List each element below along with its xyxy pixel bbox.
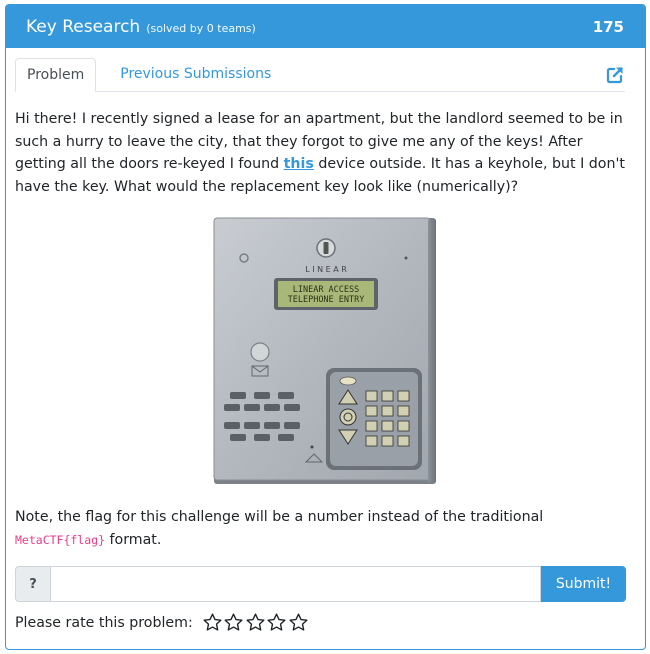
card-header: Key Research (solved by 0 teams) 175 bbox=[6, 5, 645, 48]
flag-input[interactable] bbox=[50, 566, 541, 602]
note-suffix: format. bbox=[105, 531, 162, 548]
device-link[interactable]: this bbox=[284, 156, 314, 172]
note-prefix: Note, the flag for this challenge will b… bbox=[15, 509, 544, 525]
star-4-icon[interactable] bbox=[266, 612, 287, 633]
solved-count: (solved by 0 teams) bbox=[146, 21, 256, 35]
challenge-points: 175 bbox=[592, 17, 624, 36]
note-text: Note, the flag for this challenge will b… bbox=[15, 506, 629, 551]
flag-input-addon: ? bbox=[15, 566, 50, 602]
star-5-icon[interactable] bbox=[288, 612, 309, 633]
device-lcd-line2: TELEPHONE ENTRY bbox=[288, 295, 365, 305]
flag-format-code: MetaCTF{flag} bbox=[15, 532, 106, 547]
problem-description: Hi there! I recently signed a lease for … bbox=[15, 108, 629, 198]
title-wrap: Key Research (solved by 0 teams) bbox=[26, 17, 256, 37]
rating-row: Please rate this problem: bbox=[15, 612, 309, 633]
challenge-title: Key Research bbox=[26, 16, 141, 37]
tab-bar: Problem Previous Submissions bbox=[15, 58, 625, 92]
device-image: L I N E A R LINEAR ACCESS TELEPHONE ENTR… bbox=[213, 217, 436, 484]
rating-stars bbox=[202, 612, 310, 633]
device-brand: L I N E A R bbox=[305, 265, 347, 274]
star-3-icon[interactable] bbox=[245, 612, 266, 633]
flag-form: ? Submit! bbox=[15, 566, 626, 602]
tab-previous-submissions[interactable]: Previous Submissions bbox=[120, 58, 271, 92]
external-link-icon[interactable] bbox=[606, 66, 624, 84]
star-1-icon[interactable] bbox=[202, 612, 223, 633]
device-lcd-line1: LINEAR ACCESS bbox=[293, 285, 360, 295]
submit-button[interactable]: Submit! bbox=[541, 566, 626, 602]
star-2-icon[interactable] bbox=[223, 612, 244, 633]
rating-label: Please rate this problem: bbox=[15, 614, 193, 631]
tab-problem[interactable]: Problem bbox=[15, 58, 97, 92]
